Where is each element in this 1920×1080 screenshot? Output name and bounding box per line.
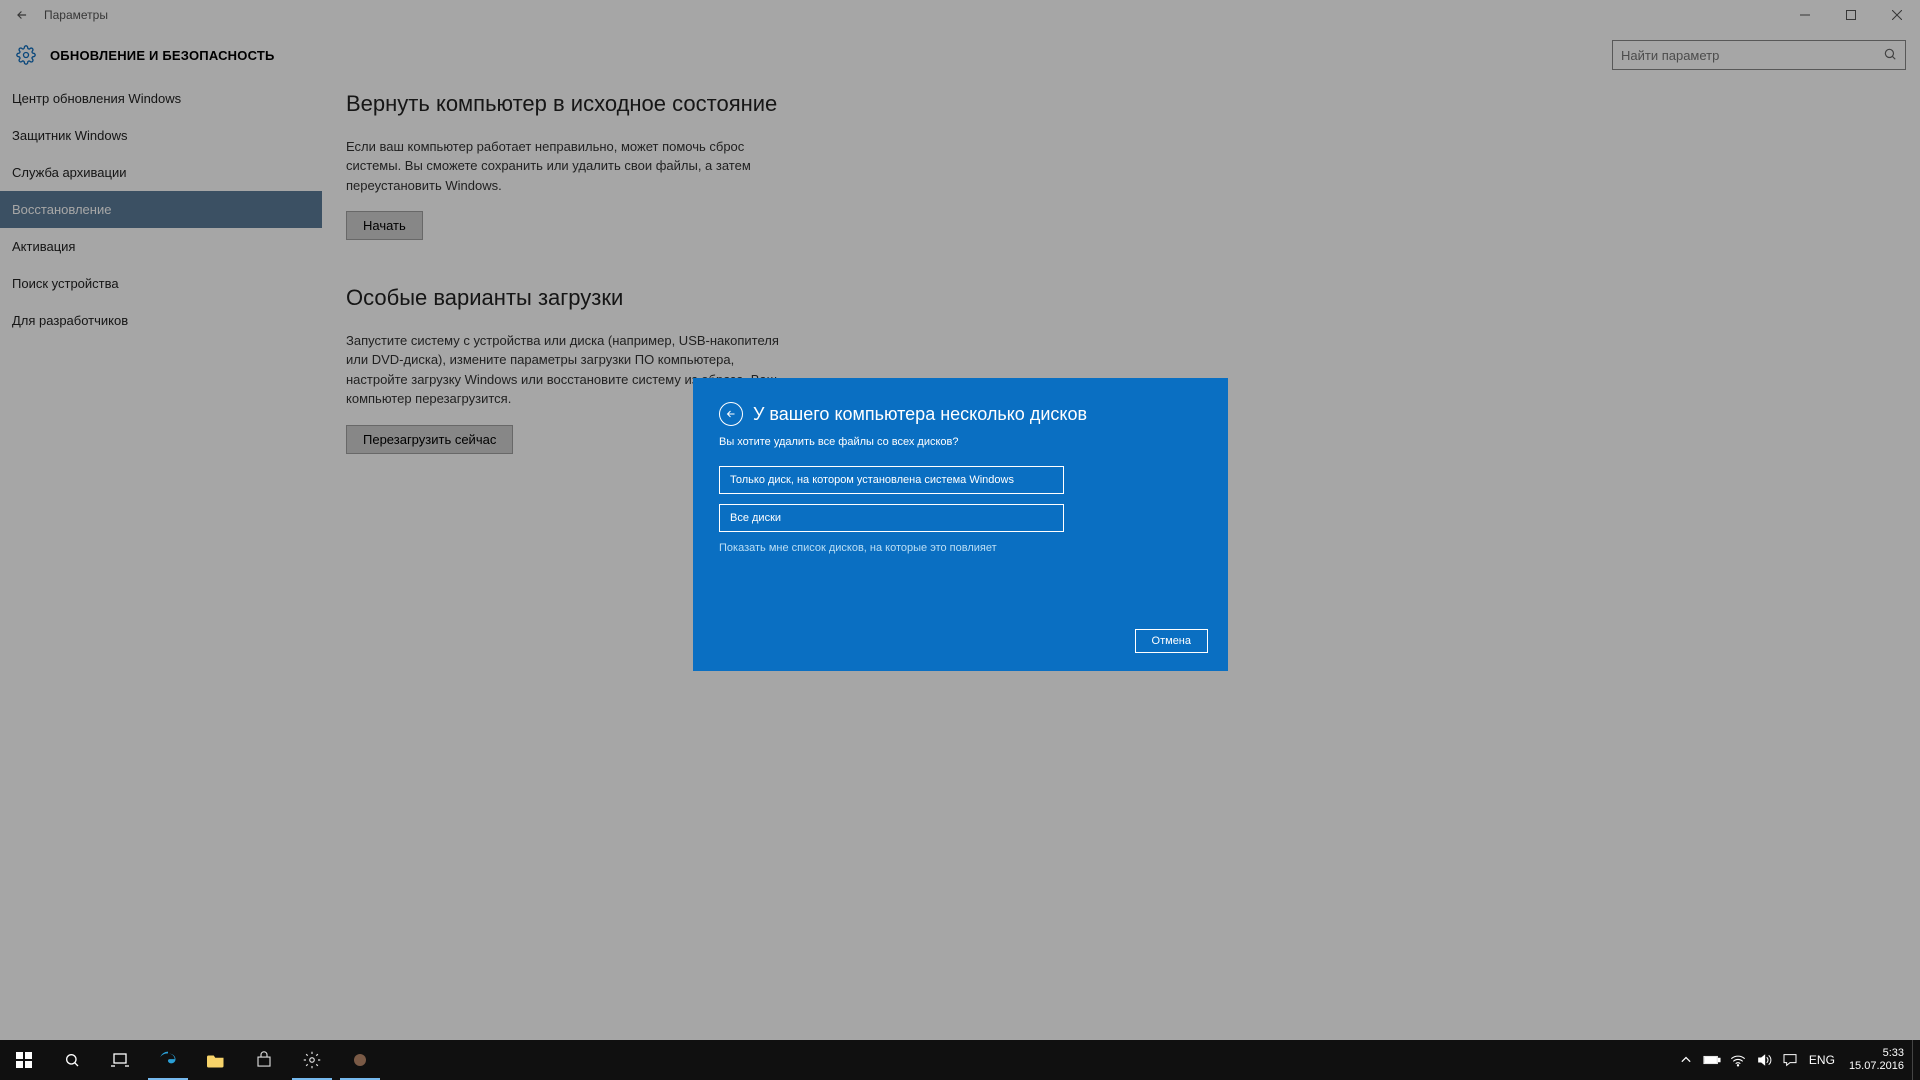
dialog-title: У вашего компьютера несколько дисков [753,404,1087,425]
clock[interactable]: 5:33 15.07.2016 [1841,1047,1912,1073]
task-view-button[interactable] [96,1040,144,1080]
taskbar: ENG 5:33 15.07.2016 [0,1040,1920,1080]
volume-icon[interactable] [1751,1040,1777,1080]
app-button[interactable] [336,1040,384,1080]
store-button[interactable] [240,1040,288,1080]
dialog-back-button[interactable] [719,402,743,426]
show-drives-link[interactable]: Показать мне список дисков, на которые э… [719,542,1202,554]
option-all-drives[interactable]: Все диски [719,504,1064,532]
start-button[interactable] [0,1040,48,1080]
search-button[interactable] [48,1040,96,1080]
dialog-question: Вы хотите удалить все файлы со всех диск… [719,436,1202,448]
show-desktop-button[interactable] [1912,1040,1920,1080]
settings-app-button[interactable] [288,1040,336,1080]
edge-browser-button[interactable] [144,1040,192,1080]
system-tray: ENG 5:33 15.07.2016 [1673,1040,1920,1080]
reset-drives-dialog: У вашего компьютера несколько дисков Вы … [693,378,1228,671]
file-explorer-button[interactable] [192,1040,240,1080]
action-center-icon[interactable] [1777,1040,1803,1080]
wifi-icon[interactable] [1725,1040,1751,1080]
battery-icon[interactable] [1699,1040,1725,1080]
clock-date: 15.07.2016 [1849,1060,1904,1073]
clock-time: 5:33 [1849,1047,1904,1060]
cancel-button[interactable]: Отмена [1135,629,1208,653]
tray-overflow-icon[interactable] [1673,1040,1699,1080]
option-windows-drive-only[interactable]: Только диск, на котором установлена сист… [719,466,1064,494]
language-indicator[interactable]: ENG [1803,1053,1841,1067]
